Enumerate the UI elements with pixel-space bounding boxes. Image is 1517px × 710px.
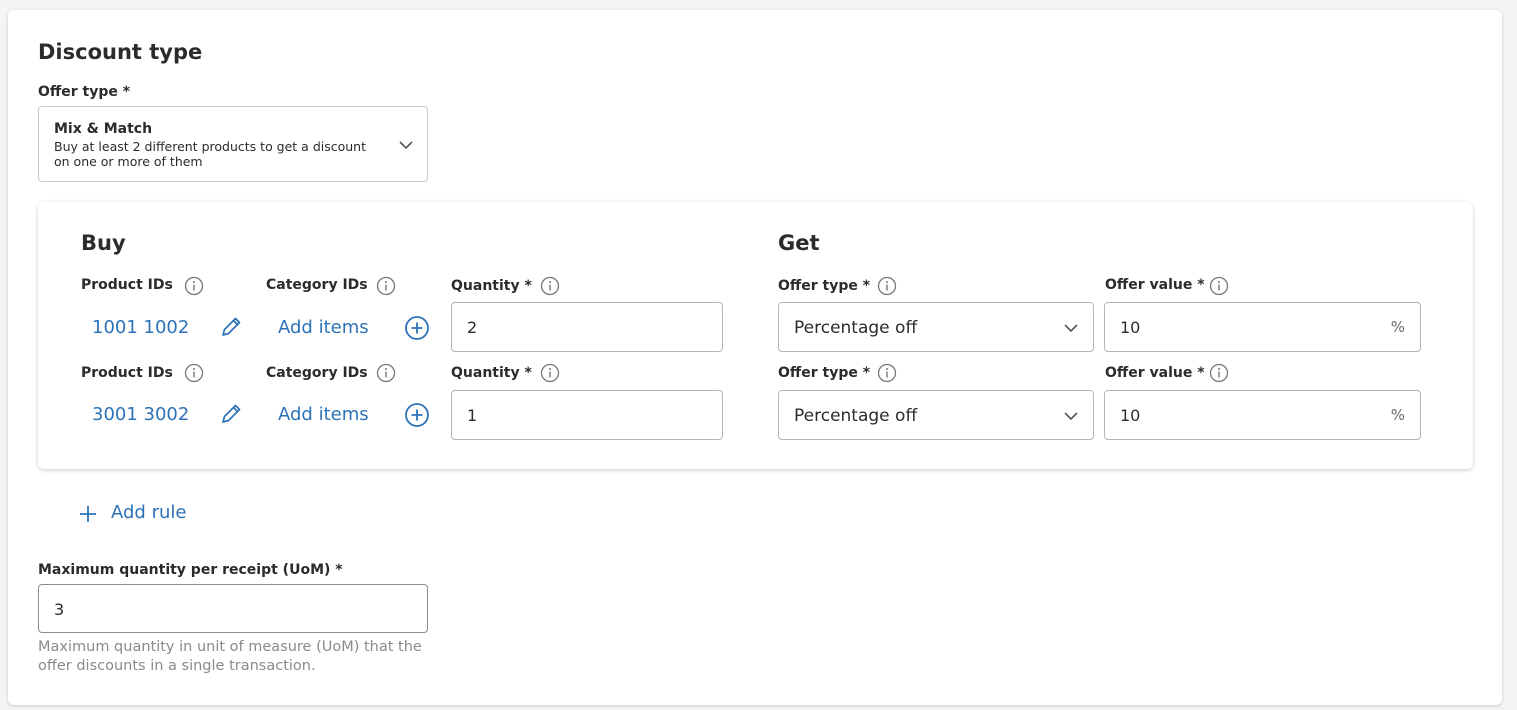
chevron-down-icon xyxy=(1064,324,1078,333)
category-ids-label: Category IDs xyxy=(266,277,368,293)
offer-value-input[interactable]: 10 % xyxy=(1104,302,1421,352)
quantity-label: Quantity * xyxy=(451,365,532,381)
add-items-link[interactable]: Add items xyxy=(278,404,369,425)
max-quantity-label: Maximum quantity per receipt (UoM) * xyxy=(38,562,343,578)
percent-unit: % xyxy=(1390,406,1405,424)
discount-type-card: Discount type Offer type * Mix & Match B… xyxy=(8,10,1502,705)
quantity-input[interactable]: 1 xyxy=(451,390,723,440)
get-offer-type-value: Percentage off xyxy=(794,318,918,338)
get-offer-type-label: Offer type * xyxy=(778,365,871,381)
category-ids-label: Category IDs xyxy=(266,365,368,381)
chevron-down-icon xyxy=(399,141,413,150)
get-offer-type-select[interactable]: Percentage off xyxy=(778,302,1094,352)
offer-value: 10 xyxy=(1120,318,1141,337)
pencil-icon[interactable] xyxy=(218,314,244,340)
max-quantity-hint: Maximum quantity in unit of measure (UoM… xyxy=(38,639,422,674)
add-rule-label: Add rule xyxy=(111,502,187,523)
info-icon[interactable] xyxy=(540,363,560,383)
add-items-link[interactable]: Add items xyxy=(278,317,369,338)
offer-value-input[interactable]: 10 % xyxy=(1104,390,1421,440)
info-icon[interactable] xyxy=(877,363,897,383)
quantity-input[interactable]: 2 xyxy=(451,302,723,352)
product-ids-link[interactable]: 3001 3002 xyxy=(92,404,189,425)
quantity-label: Quantity * xyxy=(451,278,532,294)
info-icon[interactable] xyxy=(376,276,396,296)
quantity-value: 1 xyxy=(467,406,478,425)
chevron-down-icon xyxy=(1064,412,1078,421)
offer-type-selected-value: Mix & Match xyxy=(54,121,153,137)
get-offer-type-select[interactable]: Percentage off xyxy=(778,390,1094,440)
offer-type-select[interactable]: Mix & Match Buy at least 2 different pro… xyxy=(38,106,428,182)
max-quantity-value: 3 xyxy=(54,600,65,619)
get-offer-type-value: Percentage off xyxy=(794,406,918,426)
product-ids-link[interactable]: 1001 1002 xyxy=(92,317,189,338)
info-icon[interactable] xyxy=(1209,363,1229,383)
offer-type-selected-description: Buy at least 2 different products to get… xyxy=(54,139,367,169)
offer-value-label: Offer value * xyxy=(1105,365,1205,381)
pencil-icon[interactable] xyxy=(218,401,244,427)
info-icon[interactable] xyxy=(540,276,560,296)
get-offer-type-label: Offer type * xyxy=(778,278,871,294)
info-icon[interactable] xyxy=(877,276,897,296)
max-quantity-input[interactable]: 3 xyxy=(38,584,428,633)
offer-value-label: Offer value * xyxy=(1105,277,1205,293)
section-title-buy: Buy xyxy=(81,231,126,255)
rules-card: Buy Get Product IDs Category IDs Quantit… xyxy=(38,202,1473,469)
info-icon[interactable] xyxy=(376,363,396,383)
info-icon[interactable] xyxy=(1209,276,1229,296)
percent-unit: % xyxy=(1390,318,1405,336)
product-ids-label: Product IDs xyxy=(81,365,173,381)
offer-value: 10 xyxy=(1120,406,1141,425)
section-title-get: Get xyxy=(778,231,820,255)
product-ids-label: Product IDs xyxy=(81,277,173,293)
info-icon[interactable] xyxy=(184,363,204,383)
section-title-discount-type: Discount type xyxy=(38,40,203,64)
info-icon[interactable] xyxy=(184,276,204,296)
plus-circle-icon[interactable] xyxy=(404,402,430,428)
plus-circle-icon[interactable] xyxy=(404,315,430,341)
plus-icon xyxy=(80,506,96,522)
offer-type-label: Offer type * xyxy=(38,84,131,100)
quantity-value: 2 xyxy=(467,318,478,337)
